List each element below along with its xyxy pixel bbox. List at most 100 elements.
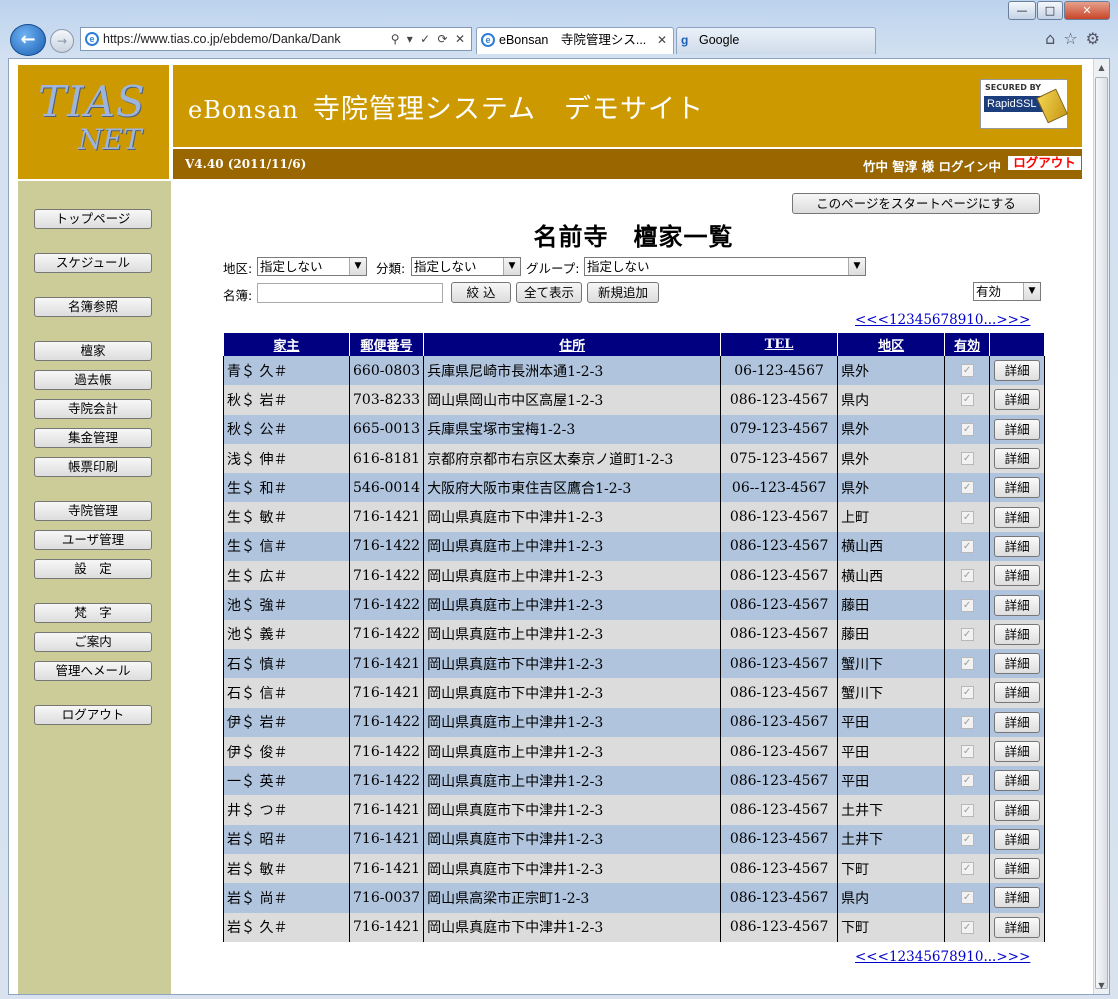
pager-page-link[interactable]: 9 (958, 312, 967, 328)
pager-page-link[interactable]: 5 (923, 949, 932, 965)
detail-button[interactable]: 詳細 (994, 916, 1041, 938)
menu-danka-button[interactable]: 檀家 (34, 341, 152, 361)
menu-user-admin-button[interactable]: ユーザ管理 (34, 530, 152, 550)
pager-page-link[interactable]: 6 (932, 949, 941, 965)
column-header-area[interactable]: 地区 (837, 333, 946, 356)
site-title-en: eBonsan (188, 96, 299, 124)
menu-collection-button[interactable]: 集金管理 (34, 428, 152, 448)
back-icon[interactable]: ← (10, 24, 46, 56)
pager-page-link[interactable]: 1 (889, 949, 898, 965)
pager-page-link[interactable]: 7 (941, 949, 950, 965)
column-header-postal-code[interactable]: 郵便番号 (348, 333, 425, 356)
detail-button[interactable]: 詳細 (994, 858, 1041, 880)
pager-page-link[interactable]: 8 (949, 312, 958, 328)
pager-page-link[interactable]: ... (983, 312, 996, 328)
scroll-up-icon[interactable]: ▲ (1095, 60, 1108, 75)
menu-guide-button[interactable]: ご案内 (34, 632, 152, 652)
pager-page-link[interactable]: 1 (889, 312, 898, 328)
detail-button[interactable]: 詳細 (994, 770, 1041, 792)
column-header-address[interactable]: 住所 (423, 333, 722, 356)
address-bar[interactable]: e https://www.tias.co.jp/ebdemo/Danka/Da… (80, 27, 472, 51)
tab-google[interactable]: g Google (676, 27, 876, 54)
detail-button[interactable]: 詳細 (994, 711, 1041, 733)
close-button[interactable]: ✕ (1064, 1, 1110, 20)
detail-button[interactable]: 詳細 (994, 828, 1041, 850)
forward-icon[interactable]: → (50, 29, 74, 53)
pager-page-link[interactable]: 10 (966, 312, 983, 328)
show-all-button[interactable]: 全て表示 (516, 282, 582, 303)
active-cell: ✓ (944, 883, 991, 913)
address-actions-icon[interactable]: ⚲ ▾ ✓ ⟳ ✕ (391, 28, 467, 50)
detail-button[interactable]: 詳細 (994, 653, 1041, 675)
scroll-down-icon[interactable]: ▼ (1095, 978, 1108, 993)
area-select[interactable]: 指定しない ▼ (257, 257, 367, 276)
scroll-thumb[interactable] (1095, 77, 1108, 989)
menu-temple-accounts-button[interactable]: 寺院会計 (34, 399, 152, 419)
postal-code-cell: 716-1422 (348, 766, 425, 796)
menu-mail-admin-button[interactable]: 管理へメール (34, 661, 152, 681)
detail-button[interactable]: 詳細 (994, 477, 1041, 499)
maximize-button[interactable]: □ (1037, 1, 1063, 20)
detail-button[interactable]: 詳細 (994, 682, 1041, 704)
pager-page-link[interactable]: 5 (923, 312, 932, 328)
category-select[interactable]: 指定しない ▼ (411, 257, 521, 276)
name-search-input[interactable] (257, 283, 443, 303)
menu-logout-button[interactable]: ログアウト (34, 705, 152, 725)
pager-prev-link[interactable]: <<< (855, 949, 889, 965)
pager-page-link[interactable]: 9 (958, 949, 967, 965)
menu-death-register-button[interactable]: 過去帳 (34, 370, 152, 390)
group-select[interactable]: 指定しない ▼ (584, 257, 866, 276)
pagination-bottom: <<<12345678910...>>> (855, 949, 1030, 965)
tab-ebonsan[interactable]: e eBonsan 寺院管理シス... ✕ (476, 27, 674, 54)
pager-page-link[interactable]: 7 (941, 312, 950, 328)
settings-gear-icon[interactable]: ⚙ (1086, 29, 1108, 48)
pager-page-link[interactable]: 10 (966, 949, 983, 965)
detail-button[interactable]: 詳細 (994, 799, 1041, 821)
home-icon[interactable]: ⌂ (1045, 29, 1063, 48)
menu-temple-admin-button[interactable]: 寺院管理 (34, 501, 152, 521)
pager-page-link[interactable]: ... (983, 949, 996, 965)
detail-button[interactable]: 詳細 (994, 418, 1041, 440)
menu-settings-button[interactable]: 設 定 (34, 559, 152, 579)
detail-button[interactable]: 詳細 (994, 448, 1041, 470)
rapidssl-badge[interactable]: SECURED BY RapidSSL (980, 79, 1068, 129)
pager-page-link[interactable]: 2 (898, 949, 907, 965)
address-cell: 岡山県真庭市上中津井1-2-3 (423, 561, 722, 591)
column-header-owner[interactable]: 家主 (223, 333, 350, 356)
column-header-tel[interactable]: TEL (720, 333, 839, 356)
menu-directory-button[interactable]: 名簿参照 (34, 297, 152, 317)
menu-bonji-button[interactable]: 梵 字 (34, 603, 152, 623)
detail-button[interactable]: 詳細 (994, 506, 1041, 528)
tab-close-icon[interactable]: ✕ (657, 28, 667, 53)
detail-button[interactable]: 詳細 (994, 360, 1041, 382)
site-title-jp: 寺院管理システム デモサイト (312, 94, 705, 125)
menu-top-page-button[interactable]: トップページ (34, 209, 152, 229)
menu-form-print-button[interactable]: 帳票印刷 (34, 457, 152, 477)
detail-button[interactable]: 詳細 (994, 741, 1041, 762)
detail-button[interactable]: 詳細 (994, 887, 1041, 909)
pager-page-link[interactable]: 8 (949, 949, 958, 965)
detail-button[interactable]: 詳細 (994, 623, 1041, 645)
pager-next-link[interactable]: >>> (996, 312, 1030, 328)
menu-schedule-button[interactable]: スケジュール (34, 253, 152, 273)
pager-next-link[interactable]: >>> (996, 949, 1030, 965)
pager-page-link[interactable]: 6 (932, 312, 941, 328)
header-logout-button[interactable]: ログアウト (1007, 155, 1082, 171)
vertical-scrollbar[interactable]: ▲ ▼ (1093, 59, 1109, 994)
pager-page-link[interactable]: 2 (898, 312, 907, 328)
detail-button[interactable]: 詳細 (994, 594, 1041, 616)
pager-page-link[interactable]: 3 (906, 949, 915, 965)
detail-button[interactable]: 詳細 (994, 535, 1041, 557)
filter-button[interactable]: 絞 込 (451, 282, 511, 303)
column-header-active[interactable]: 有効 (944, 333, 991, 356)
status-select[interactable]: 有効 ▼ (973, 282, 1041, 301)
minimize-button[interactable]: — (1008, 1, 1036, 20)
active-cell: ✓ (944, 736, 991, 767)
add-new-button[interactable]: 新規追加 (587, 282, 659, 303)
favorites-star-icon[interactable]: ☆ (1063, 29, 1085, 48)
pager-page-link[interactable]: 3 (906, 312, 915, 328)
pager-prev-link[interactable]: <<< (855, 312, 889, 328)
set-start-page-button[interactable]: このページをスタートページにする (792, 193, 1040, 214)
detail-button[interactable]: 詳細 (994, 565, 1041, 587)
detail-button[interactable]: 詳細 (994, 389, 1041, 411)
